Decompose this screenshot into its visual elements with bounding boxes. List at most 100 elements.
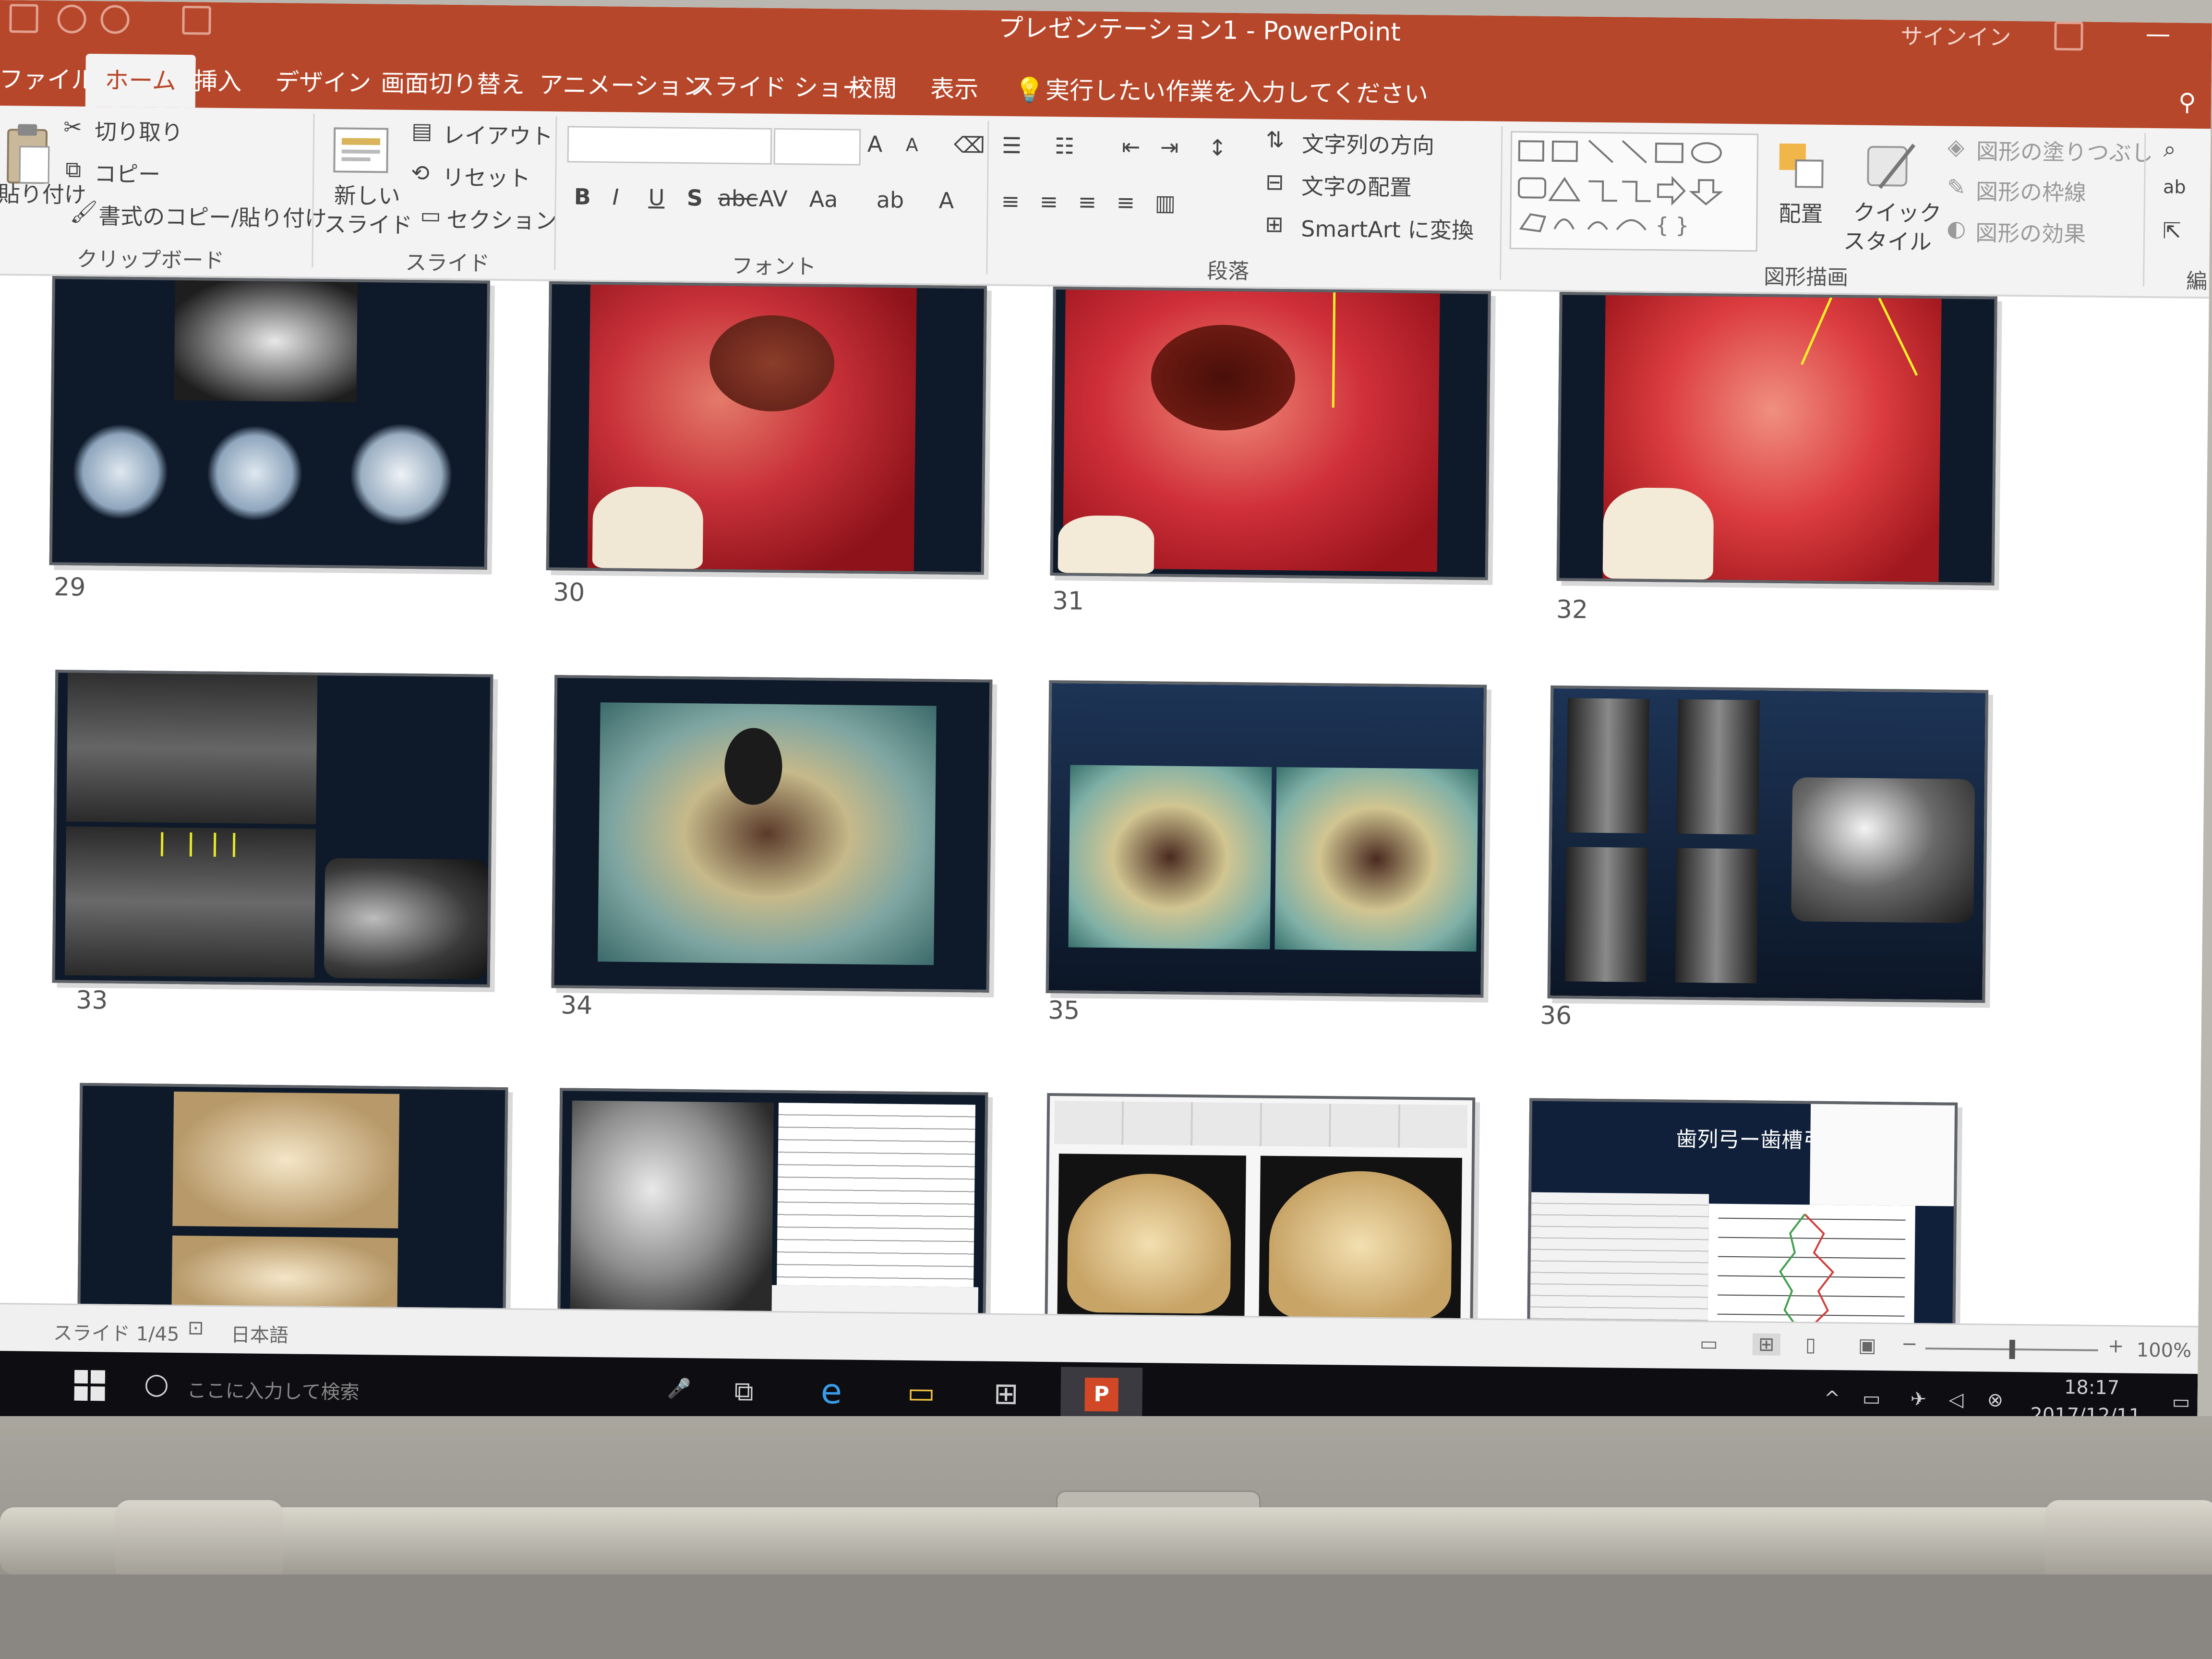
numbering-icon[interactable]: ☷ (1055, 133, 1075, 159)
slide-thumbnail-40[interactable]: 歯列弓ー歯槽弓 (1527, 1098, 1958, 1339)
show-hidden-icons-icon[interactable]: ^ (1824, 1387, 1840, 1409)
slide-show-view-icon[interactable]: ▣ (1858, 1334, 1876, 1357)
zoom-slider-thumb[interactable] (2009, 1339, 2016, 1359)
tab-animations[interactable]: アニメーション (539, 59, 707, 113)
slide-thumbnail-30[interactable] (546, 281, 987, 575)
shape-outline-button[interactable]: 図形の枠線 (1976, 174, 2087, 207)
highlight-icon[interactable]: ab (876, 187, 904, 213)
volume-icon[interactable]: ◁ (1948, 1389, 1963, 1411)
zoom-level[interactable]: 100% (2137, 1339, 2192, 1362)
bullets-icon[interactable]: ☰ (1002, 132, 1022, 158)
slide-thumbnail-33[interactable] (52, 670, 493, 987)
quick-styles-label-1[interactable]: クイック (1853, 195, 1942, 228)
copy-button[interactable]: コピー (94, 156, 161, 189)
undo-icon[interactable] (57, 4, 86, 34)
new-slide-icon[interactable] (329, 119, 392, 177)
battery-icon[interactable]: ▭ (1862, 1388, 1880, 1410)
quick-styles-label-2[interactable]: スタイル (1843, 224, 1932, 256)
shape-outline-icon[interactable]: ✎ (1947, 174, 1966, 200)
section-icon[interactable]: ▭ (420, 202, 441, 228)
select-icon[interactable]: ⇱ (2163, 217, 2181, 243)
tell-me-box[interactable]: 実行したい作業を入力してください (1046, 64, 1429, 120)
clear-formatting-icon[interactable]: ⌫ (954, 132, 986, 158)
task-view-icon[interactable]: ⧉ (734, 1376, 754, 1407)
italic-button[interactable]: I (612, 184, 619, 210)
decrease-indent-icon[interactable]: ⇤ (1122, 133, 1141, 159)
slide-thumbnail-29[interactable] (49, 276, 490, 570)
align-left-icon[interactable]: ≡ (1001, 188, 1020, 214)
section-button[interactable]: セクション (446, 203, 557, 235)
shadow-button[interactable]: S (686, 185, 703, 211)
file-explorer-icon[interactable]: ▭ (907, 1375, 935, 1410)
windows-start-icon[interactable] (74, 1370, 106, 1401)
arrange-button[interactable]: 配置 (1779, 196, 1823, 228)
edge-browser-icon[interactable]: e (820, 1371, 842, 1411)
scissors-icon[interactable]: ✂ (63, 114, 82, 140)
slide-thumbnail-32[interactable] (1556, 292, 1997, 586)
convert-smartart-button[interactable]: SmartArt に変換 (1301, 211, 1474, 245)
char-spacing-button[interactable]: AV (758, 186, 788, 212)
underline-button[interactable]: U (648, 184, 664, 210)
bold-button[interactable]: B (574, 184, 591, 210)
shrink-font-button[interactable]: A (906, 134, 918, 156)
cortana-icon[interactable]: ○ (144, 1367, 169, 1401)
zoom-in-icon[interactable]: + (2108, 1335, 2124, 1357)
share-icon[interactable]: ⚲ (2178, 76, 2196, 129)
zoom-out-icon[interactable]: − (1901, 1333, 1918, 1355)
cut-button[interactable]: 切り取り (95, 114, 183, 147)
tab-review[interactable]: 校閲 (849, 62, 897, 115)
format-painter-button[interactable]: 書式のコピー/貼り付け (98, 199, 327, 233)
sign-in-link[interactable]: サインイン (1900, 19, 2011, 51)
shape-fill-button[interactable]: 図形の塗りつぶし (1976, 134, 2153, 168)
tab-insert[interactable]: 挿入 (193, 55, 242, 108)
quick-styles-icon[interactable] (1861, 135, 1919, 193)
format-painter-icon[interactable]: 🖌 (70, 199, 98, 226)
store-icon[interactable]: ⊞ (993, 1376, 1019, 1411)
line-spacing-icon[interactable]: ↕ (1208, 134, 1227, 160)
tab-design[interactable]: デザイン (275, 56, 372, 109)
save-icon[interactable] (9, 4, 38, 33)
align-text-button[interactable]: 文字の配置 (1301, 169, 1412, 202)
find-icon[interactable]: ⌕ (2164, 136, 2176, 163)
justify-icon[interactable]: ≡ (1116, 189, 1135, 215)
redo-icon[interactable] (100, 5, 130, 34)
slide-thumbnail-36[interactable] (1547, 685, 1989, 1003)
slide-thumbnail-31[interactable] (1050, 287, 1491, 580)
slide-thumbnail-37[interactable] (77, 1082, 508, 1324)
align-center-icon[interactable]: ≡ (1039, 189, 1058, 215)
shape-effects-button[interactable]: 図形の効果 (1975, 216, 2086, 248)
slide-thumbnail-35[interactable] (1046, 680, 1487, 998)
ime-icon[interactable]: ⊗ (1987, 1389, 2003, 1411)
slide-sorter-view-icon[interactable]: ⊞ (1752, 1333, 1780, 1356)
tab-view[interactable]: 表示 (930, 62, 979, 116)
spelling-icon[interactable]: ⊡ (188, 1317, 204, 1339)
microphone-icon[interactable]: 🎤 (667, 1377, 691, 1400)
network-icon[interactable]: ✈ (1910, 1388, 1926, 1410)
replace-icon[interactable]: ab (2163, 176, 2186, 197)
smartart-icon[interactable]: ⊞ (1265, 211, 1284, 237)
align-text-icon[interactable]: ⊟ (1265, 169, 1284, 195)
shapes-gallery[interactable]: { } (1509, 131, 1759, 252)
strikethrough-button[interactable]: abc (718, 185, 757, 212)
font-size-box[interactable] (773, 128, 861, 166)
tab-transitions[interactable]: 画面切り替え (381, 57, 525, 111)
slide-thumbnail-34[interactable] (551, 675, 993, 993)
copy-icon[interactable]: ⧉ (65, 156, 81, 183)
slide-counter[interactable]: スライド 1/45 (53, 1317, 180, 1346)
clock-time[interactable]: 18:17 (2064, 1376, 2120, 1399)
ribbon-display-options-icon[interactable] (2054, 21, 2083, 51)
reading-view-icon[interactable]: ▯ (1805, 1334, 1816, 1356)
new-slide-label-2[interactable]: スライド (324, 207, 413, 240)
reset-icon[interactable]: ⟲ (411, 160, 430, 186)
tab-home[interactable]: ホーム (85, 53, 196, 108)
slide-thumbnail-38[interactable] (557, 1088, 988, 1329)
minimize-button[interactable]: — (2145, 20, 2171, 49)
font-name-box[interactable] (567, 126, 772, 165)
grow-font-button[interactable]: A (867, 131, 883, 157)
shape-effects-icon[interactable]: ◐ (1947, 215, 1966, 241)
layout-icon[interactable]: ▤ (411, 118, 433, 144)
text-direction-button[interactable]: 文字列の方向 (1302, 127, 1435, 160)
tab-file[interactable]: ファイル (0, 53, 96, 107)
normal-view-icon[interactable]: ▭ (1700, 1333, 1718, 1355)
new-slide-label-1[interactable]: 新しい (334, 178, 400, 210)
